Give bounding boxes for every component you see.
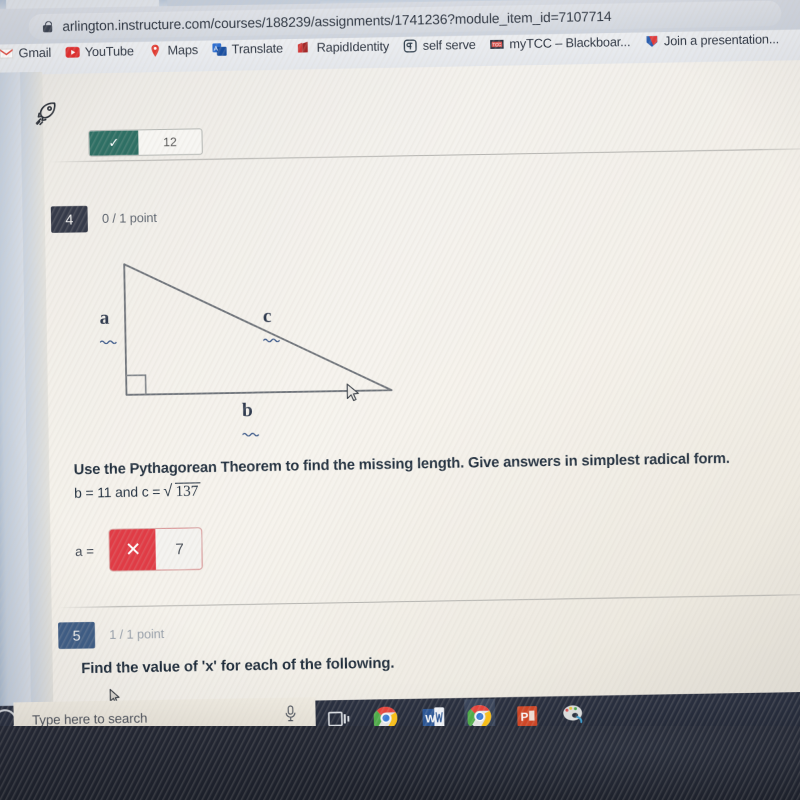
bookmark-mytcc[interactable]: TCC myTCC – Blackboar... (483, 35, 638, 52)
bookmark-label: myTCC – Blackboar... (509, 34, 631, 52)
previous-answer-value: 12 (163, 134, 177, 150)
microphone-icon[interactable] (284, 704, 298, 727)
rapididentity-icon (297, 41, 312, 56)
divider (57, 593, 800, 609)
rocket-icon (28, 96, 63, 131)
bookmark-label: self serve (422, 37, 476, 53)
bookmark-join-presentation[interactable]: Join a presentation... (637, 32, 786, 49)
bookmark-label: Join a presentation... (663, 31, 780, 49)
bookmark-rapididentity[interactable]: RapidIdentity (290, 39, 396, 55)
lock-icon (42, 20, 53, 33)
triangle-label-c: c (262, 305, 281, 343)
assignment-content: ✓ 12 4 0 / 1 point a c b Use the Pythago… (24, 58, 800, 712)
question-5-number: 5 (58, 621, 96, 650)
browser-nav-stub: ↻ (0, 14, 2, 32)
svg-text:P: P (520, 710, 528, 723)
photo-dark-border (0, 726, 800, 800)
bookmark-label: RapidIdentity (316, 39, 390, 55)
bookmark-translate[interactable]: A Translate (205, 41, 290, 57)
question-4-points: 0 / 1 point (101, 210, 157, 226)
question-5-header: 5 1 / 1 point (58, 621, 165, 650)
maps-pin-icon (148, 44, 163, 59)
square-root-expression: √ 137 (163, 482, 201, 501)
bookmark-maps[interactable]: Maps (141, 43, 205, 58)
radical-symbol: √ (163, 482, 173, 501)
question-4-number: 4 (50, 205, 88, 233)
url-text: arlington.instructure.com/courses/188239… (62, 8, 612, 35)
answer-label: a = (74, 542, 95, 559)
self-serve-icon (403, 39, 418, 54)
screen-photo: ↻ arlington.instructure.com/courses/1882… (0, 0, 800, 750)
mytcc-icon: TCC (490, 37, 505, 52)
incorrect-mark-icon: ✕ (109, 528, 157, 571)
bookmark-label: Gmail (18, 45, 52, 61)
question-4-prompt: Use the Pythagorean Theorem to find the … (73, 450, 730, 479)
bookmark-self-serve[interactable]: self serve (396, 38, 483, 54)
bookmark-label: Maps (167, 42, 199, 58)
check-icon: ✓ (89, 130, 139, 156)
radicand: 137 (174, 482, 201, 501)
gmail-icon (0, 46, 14, 61)
squiggle-underline (241, 420, 260, 437)
bookmark-youtube[interactable]: YouTube (58, 44, 141, 60)
screenshot-root: ↻ arlington.instructure.com/courses/1882… (0, 0, 800, 800)
bookmark-gmail[interactable]: Gmail (0, 45, 58, 61)
previous-answer-box[interactable]: ✓ 12 (88, 128, 203, 157)
squiggle-underline (99, 328, 117, 345)
bookmark-label: YouTube (84, 44, 134, 60)
search-placeholder: Type here to search (31, 710, 148, 728)
squiggle-underline (262, 326, 281, 343)
bookmark-label: Translate (231, 41, 284, 57)
answer-input-group[interactable]: ✕ 7 (109, 528, 203, 571)
presentation-icon (644, 34, 659, 49)
question-5-points: 1 / 1 point (109, 626, 165, 643)
youtube-icon (65, 45, 80, 60)
triangle-label-a: a (99, 307, 117, 345)
right-triangle-diagram: a c b (88, 244, 438, 437)
svg-text:TCC: TCC (493, 42, 503, 47)
question-4-answer-row: a = ✕ 7 (75, 528, 203, 571)
mouse-cursor (346, 383, 363, 404)
question-4-given: b = 11 and c = √ 137 (73, 482, 201, 502)
canvas-assignment-page: ✓ 12 4 0 / 1 point a c b Use the Pythago… (0, 58, 800, 714)
question-4-header: 4 0 / 1 point (50, 205, 157, 233)
question-5-prompt: Find the value of 'x' for each of the fo… (81, 655, 395, 678)
triangle-label-b: b (241, 400, 260, 437)
answer-input[interactable]: 7 (155, 528, 203, 570)
given-prefix: b = 11 and c = (73, 484, 161, 501)
translate-icon: A (212, 42, 227, 57)
